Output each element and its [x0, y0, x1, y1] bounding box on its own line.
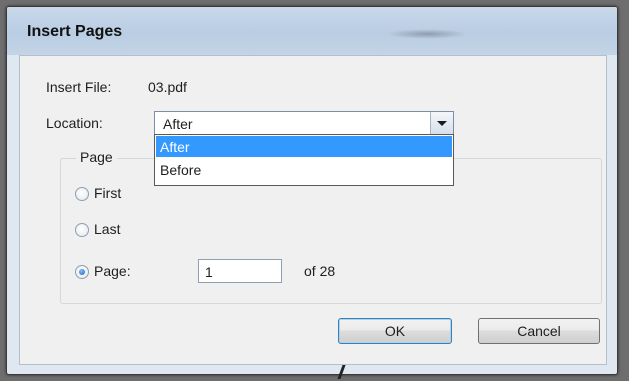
location-dropdown[interactable]: After — [154, 111, 454, 135]
dropdown-arrow-button[interactable] — [430, 112, 453, 134]
cancel-button[interactable]: Cancel — [478, 318, 600, 344]
insert-file-label: Insert File: — [46, 79, 112, 95]
radio-first-label[interactable]: First — [94, 185, 121, 201]
location-option-after[interactable]: After — [156, 136, 452, 157]
title-bar[interactable]: Insert Pages — [7, 7, 617, 55]
radio-page-label[interactable]: Page: — [94, 263, 131, 279]
radio-page[interactable] — [75, 265, 89, 279]
dialog-body: Insert File: 03.pdf Location: After Page… — [19, 55, 607, 365]
page-total-text: of 28 — [304, 263, 336, 279]
insert-pages-dialog: Insert Pages Insert File: 03.pdf Locatio… — [6, 6, 618, 375]
insert-file-value: 03.pdf — [148, 79, 187, 95]
location-dropdown-value: After — [163, 116, 193, 132]
chevron-down-icon — [437, 121, 447, 126]
page-number-value: 1 — [205, 264, 213, 280]
location-label: Location: — [46, 115, 103, 131]
location-dropdown-list: After Before — [154, 134, 454, 186]
radio-last[interactable] — [75, 223, 89, 237]
page-number-input[interactable]: 1 — [198, 259, 282, 283]
location-option-before[interactable]: Before — [156, 159, 452, 180]
ok-button[interactable]: OK — [338, 318, 452, 344]
titlebar-artifact — [387, 29, 467, 39]
page-group-title: Page — [76, 149, 117, 165]
radio-first[interactable] — [75, 187, 89, 201]
location-option-after-label: After — [160, 139, 190, 155]
radio-last-label[interactable]: Last — [94, 221, 120, 237]
location-option-before-label: Before — [160, 162, 202, 178]
dialog-title: Insert Pages — [27, 23, 123, 40]
